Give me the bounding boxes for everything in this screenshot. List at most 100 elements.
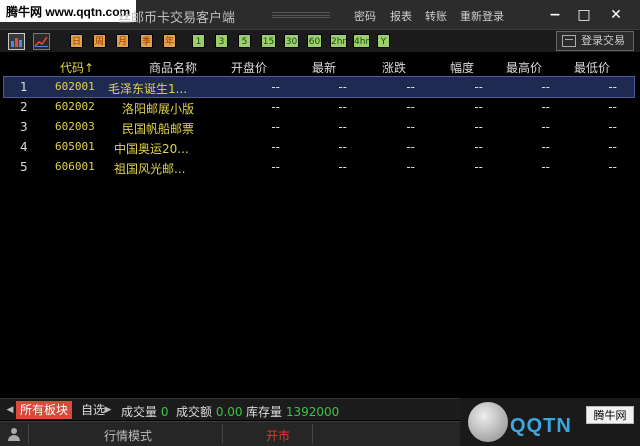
column-change[interactable]: 涨跌 <box>382 59 406 76</box>
row-last: -- <box>338 120 347 134</box>
row-change: -- <box>406 120 415 134</box>
row-open: -- <box>271 140 280 154</box>
row-high: -- <box>541 140 550 154</box>
stat-turnover: 成交额 0.00 <box>176 405 243 419</box>
quote-table-body: 1 602001 毛泽东诞生1... -- -- -- -- -- -- 2 6… <box>3 76 635 177</box>
column-name[interactable]: 商品名称 <box>149 59 197 76</box>
status-divider <box>28 424 29 444</box>
column-last[interactable]: 最新 <box>312 59 336 76</box>
table-row[interactable]: 3 602003 民国帆船邮票 -- -- -- -- -- -- <box>4 117 634 137</box>
row-low: -- <box>608 120 617 134</box>
row-percent: -- <box>474 120 483 134</box>
row-last: -- <box>338 100 347 114</box>
row-open: -- <box>271 160 280 174</box>
menu-report[interactable]: 报表 <box>390 8 412 24</box>
minute-30-button[interactable]: 30 <box>284 34 299 48</box>
market-mode-label[interactable]: 行情模式 <box>104 427 152 444</box>
row-open: -- <box>271 120 280 134</box>
status-divider <box>312 424 313 444</box>
row-index: 4 <box>20 140 28 154</box>
column-code[interactable]: 代码↑ <box>60 59 94 76</box>
menu-transfer[interactable]: 转账 <box>425 8 447 24</box>
trend-chart-icon[interactable] <box>33 33 50 50</box>
row-last: -- <box>338 160 347 174</box>
row-low: -- <box>608 100 617 114</box>
row-high: -- <box>541 100 550 114</box>
row-percent: -- <box>474 160 483 174</box>
row-change: -- <box>406 160 415 174</box>
maximize-button[interactable]: □ <box>575 6 593 24</box>
tab-all-boards[interactable]: 所有板块 <box>16 401 73 419</box>
table-row[interactable]: 1 602001 毛泽东诞生1... -- -- -- -- -- -- <box>3 76 635 98</box>
row-index: 3 <box>20 120 28 134</box>
row-index: 1 <box>20 80 28 94</box>
period-month-button[interactable]: 月 <box>116 34 129 48</box>
table-row[interactable]: 4 605001 中国奥运20... -- -- -- -- -- -- <box>4 137 634 157</box>
market-open-status: 开市 <box>266 429 291 443</box>
login-trade-label: 登录交易 <box>581 34 625 47</box>
minimize-button[interactable]: − <box>546 6 564 24</box>
row-code: 602003 <box>55 120 95 133</box>
user-icon[interactable] <box>8 428 20 442</box>
minute-60-button[interactable]: 60 <box>307 34 322 48</box>
stat-volume: 成交量 0 <box>121 405 169 419</box>
row-open: -- <box>271 100 280 114</box>
period-year-button[interactable]: 年 <box>163 34 176 48</box>
row-low: -- <box>608 140 617 154</box>
tab-scroll-right-icon[interactable]: ▶ <box>104 402 112 418</box>
row-percent: -- <box>474 80 483 94</box>
minute-15-button[interactable]: 15 <box>261 34 276 48</box>
title-bar: 腾牛网 www.qqtn.com 丝邮币卡交易客户端 密码 报表 转账 重新登录… <box>0 0 640 30</box>
column-low[interactable]: 最低价 <box>574 59 610 76</box>
year-y-button[interactable]: Y <box>377 34 390 48</box>
row-name: 民国帆船邮票 <box>122 122 195 136</box>
app-title: 丝邮币卡交易客户端 <box>118 11 236 26</box>
hour-2-button[interactable]: 2hr <box>330 34 347 48</box>
row-change: -- <box>406 80 415 94</box>
watermark: 腾牛网 www.qqtn.com <box>0 0 137 22</box>
row-name: 洛阳邮展小版 <box>122 102 195 116</box>
period-quarter-button[interactable]: 季 <box>140 34 153 48</box>
hour-4-button[interactable]: 4hr <box>353 34 370 48</box>
row-percent: -- <box>474 100 483 114</box>
tab-scroll-left-icon[interactable]: ◀ <box>6 402 14 418</box>
row-index: 5 <box>20 160 28 174</box>
menu-password[interactable]: 密码 <box>354 8 376 24</box>
column-high[interactable]: 最高价 <box>506 59 542 76</box>
row-high: -- <box>541 120 550 134</box>
row-last: -- <box>338 80 347 94</box>
period-day-button[interactable]: 日 <box>70 34 83 48</box>
window-icon <box>562 35 576 47</box>
drag-grip[interactable] <box>272 12 330 18</box>
row-high: -- <box>541 80 550 94</box>
column-percent[interactable]: 幅度 <box>450 59 474 76</box>
close-button[interactable]: ✕ <box>607 6 625 24</box>
row-name: 祖国风光邮... <box>114 162 186 176</box>
table-row[interactable]: 5 606001 祖国风光邮... -- -- -- -- -- -- <box>4 157 634 177</box>
row-last: -- <box>338 140 347 154</box>
column-open[interactable]: 开盘价 <box>231 59 267 76</box>
qqtn-logo-text: QQTN <box>510 415 572 437</box>
minute-1-button[interactable]: 1 <box>192 34 205 48</box>
row-code: 602002 <box>55 100 95 113</box>
row-name: 中国奥运20... <box>114 142 189 156</box>
row-high: -- <box>541 160 550 174</box>
row-index: 2 <box>20 100 28 114</box>
row-change: -- <box>406 100 415 114</box>
quote-table-header: 代码↑ 商品名称 开盘价 最新 涨跌 幅度 最高价 最低价 <box>4 56 634 76</box>
period-week-button[interactable]: 周 <box>93 34 106 48</box>
minute-5-button[interactable]: 5 <box>238 34 251 48</box>
row-code: 606001 <box>55 160 95 173</box>
menu-relogin[interactable]: 重新登录 <box>460 8 504 24</box>
bar-chart-icon[interactable] <box>8 33 25 50</box>
minute-3-button[interactable]: 3 <box>215 34 228 48</box>
row-code: 605001 <box>55 140 95 153</box>
row-low: -- <box>608 160 617 174</box>
row-code: 602001 <box>55 80 95 93</box>
login-trade-button[interactable]: 登录交易 <box>556 31 634 51</box>
status-divider <box>222 424 223 444</box>
row-name: 毛泽东诞生1... <box>108 82 188 96</box>
qqtn-logo-badge: 腾牛网 <box>586 406 634 424</box>
stat-inventory: 库存量 1392000 <box>246 405 340 419</box>
table-row[interactable]: 2 602002 洛阳邮展小版 -- -- -- -- -- -- <box>4 97 634 117</box>
